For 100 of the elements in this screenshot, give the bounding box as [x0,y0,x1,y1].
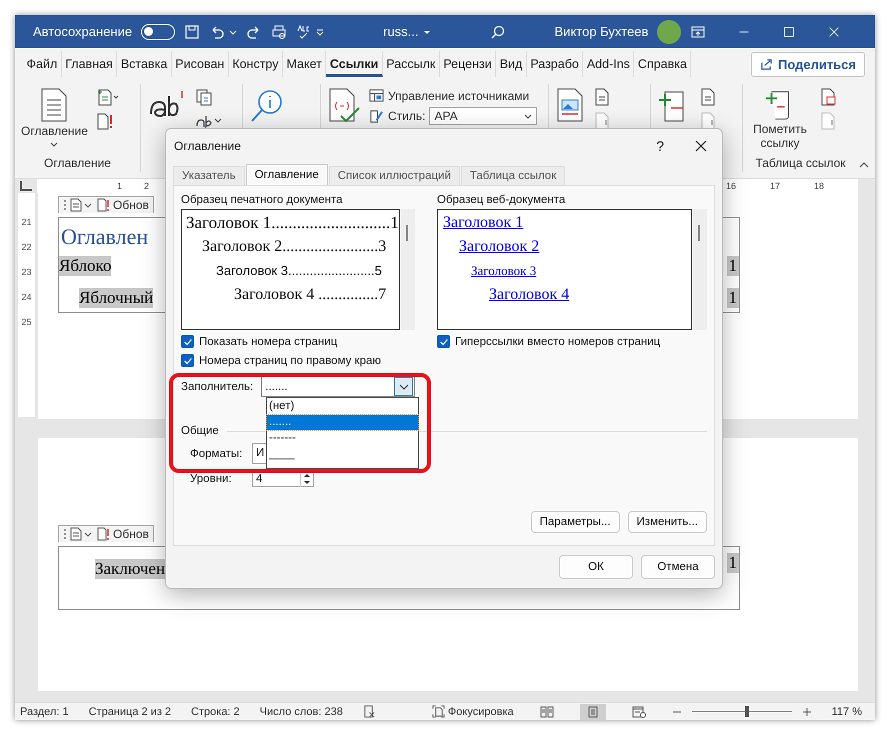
preview-link[interactable]: Заголовок 1 [443,211,524,235]
checkbox[interactable] [181,354,194,367]
collapse-ribbon-icon[interactable] [859,160,869,170]
scroll-bar[interactable] [400,209,415,330]
close-icon[interactable] [694,139,708,153]
update-table-icon[interactable] [96,112,114,130]
ruler-number: 2 [144,180,150,192]
checkmark-icon [438,336,448,346]
leader-label: Заполнитель: [181,380,254,392]
ribbon-tab[interactable]: Вставка [117,51,172,77]
ribbon-tab[interactable]: Рецензи [440,51,496,77]
scroll-bar[interactable] [692,209,707,330]
ruler-number: 1 [117,180,122,192]
tab-selector[interactable] [20,181,32,191]
leader-dropdown[interactable]: ....... [261,376,415,397]
ok-button[interactable]: ОК [559,555,633,579]
dialog-tab[interactable]: Указатель [173,166,245,185]
ruler-number: 18 [814,180,824,192]
printer-icon[interactable] [271,24,288,40]
table-of-contents-button[interactable]: Оглавление [21,88,88,148]
update-table-label[interactable]: Обнов [113,198,149,212]
ribbon-tab[interactable]: Рисован [172,51,229,77]
save-icon[interactable] [184,24,200,40]
toc-menu-icon[interactable] [63,198,93,212]
mark-citation-button[interactable]: Пометить ссылку [749,88,811,150]
section-status: Раздел: 1 [20,706,69,718]
ribbon-tab[interactable]: Макет [283,51,326,77]
spinner-arrows-icon[interactable] [300,470,313,486]
avatar[interactable] [657,20,682,44]
checkbox[interactable] [437,335,450,348]
ribbon-tab[interactable]: Констру [228,51,283,77]
dropdown-option[interactable]: ------- [267,431,418,446]
zoom-slider-thumb[interactable] [744,706,749,717]
options-button[interactable]: Параметры... [530,511,620,533]
right-align-checkbox[interactable]: Номера страниц по правому краю [181,353,415,368]
checkbox[interactable] [181,335,194,348]
search-icon[interactable] [249,88,285,124]
ruler-number: 22 [21,242,32,252]
caret-icon [524,112,532,120]
general-label: Общие [181,425,219,437]
manage-sources-button[interactable]: Управление источниками [369,88,538,103]
share-button[interactable]: Поделиться [750,52,865,76]
style-dropdown[interactable]: APA [429,107,538,125]
ribbon-tab[interactable]: Рассылк [382,51,440,77]
ribbon-tab[interactable]: Разрабо [526,51,584,77]
preview-entry: Заголовок 1............................1 [185,212,399,234]
levels-label: Уровни: [190,472,233,484]
toc-menu-icon[interactable] [63,527,93,541]
ruler-number: 17 [770,180,780,192]
close-icon[interactable] [827,24,842,38]
view-button[interactable] [580,704,606,720]
endnote-icon[interactable] [195,88,213,106]
dropdown-option[interactable]: ____ [267,447,418,462]
citation-icon[interactable] [327,88,361,124]
ruler-number: 16 [726,180,736,192]
preview-link[interactable]: Заголовок 4 [489,283,570,307]
add-text-icon[interactable] [96,88,120,106]
autosave-toggle[interactable] [141,24,176,40]
document-icon[interactable] [593,88,611,106]
search-icon[interactable] [490,24,506,40]
dialog-tab[interactable]: Таблица ссылок [460,166,566,185]
customize-icon[interactable] [316,28,324,36]
dialog-tab[interactable]: Оглавление [246,164,328,185]
hyperlinks-checkbox[interactable]: Гиперссылки вместо номеров страниц [437,334,707,349]
preview-link[interactable]: Заголовок 2 [459,235,540,259]
caret-icon[interactable] [229,28,238,36]
table-of-authorities-icon[interactable] [819,88,837,106]
document-name[interactable]: russ... [383,24,419,39]
dialog-tab[interactable]: Список иллюстраций [328,166,460,185]
update-table-label[interactable]: Обнов [113,527,149,541]
ribbon-tab[interactable]: Add-Ins [583,51,634,77]
ribbon-tab[interactable]: Справка [634,51,692,77]
web-preview-label: Образец веб-документа [437,194,566,206]
dropdown-option[interactable]: ....... [267,415,418,430]
zoom-in-icon[interactable] [802,706,812,716]
maximize-icon[interactable] [782,24,796,38]
toc-page-number: 1 [726,256,739,276]
dropdown-option[interactable]: (нет) [267,399,418,414]
show-page-numbers-checkbox[interactable]: Показать номера страниц [181,334,415,349]
help-button[interactable]: ? [656,138,664,154]
modify-button[interactable]: Изменить... [628,511,707,533]
user-name[interactable]: Виктор Бухтеев [554,24,648,39]
toc-heading: Оглавлен [60,224,148,250]
picture-caption-icon[interactable] [555,88,585,124]
update-table-icon[interactable] [96,527,110,541]
ribbon-tab[interactable]: Ссылки [326,51,383,77]
document-lines-icon [39,88,70,122]
ribbon-display-icon[interactable] [690,24,706,40]
cancel-button[interactable]: Отмена [641,555,715,579]
update-table-icon[interactable] [96,198,110,212]
ribbon-tab[interactable]: Вид [496,51,527,77]
caret-icon[interactable] [50,140,58,148]
zoom-level[interactable]: 117 % [832,706,862,718]
ribbon-tab[interactable]: Главная [62,51,118,77]
ribbon-tab[interactable]: Файл [23,51,62,77]
focus-button[interactable]: Фокусировка [432,705,514,718]
preview-link[interactable]: Заголовок 3 [471,259,536,283]
toc-entry: Заключен [95,559,166,579]
document-icon[interactable] [699,88,717,106]
proofing-icon[interactable] [362,705,376,718]
